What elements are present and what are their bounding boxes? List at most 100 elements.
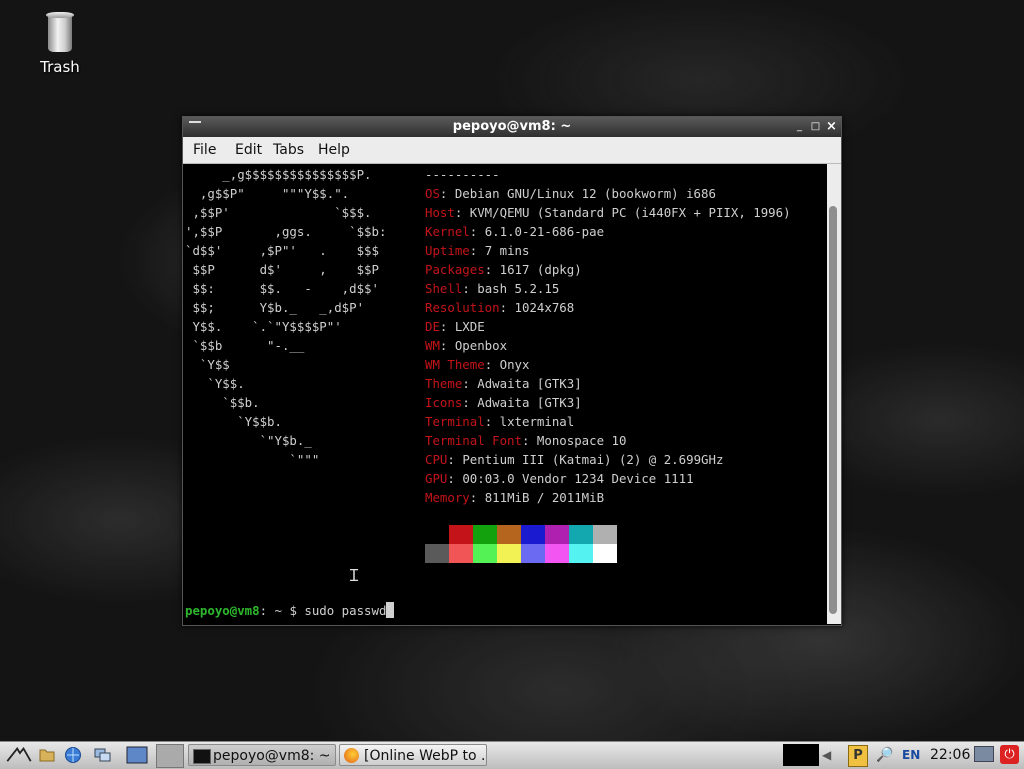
info-row: OS: Debian GNU/Linux 12 (bookworm) i686 <box>425 184 716 203</box>
info-separator: ---------- <box>425 167 500 182</box>
ascii-logo-line: `Y$$. <box>185 376 245 391</box>
info-colon: : <box>462 376 478 391</box>
info-value: Monospace 10 <box>536 433 627 448</box>
menu-file[interactable]: File <box>193 142 216 158</box>
clipboard-icon[interactable]: P <box>848 745 868 767</box>
info-row: CPU: Pentium III (Katmai) (2) @ 2.699GHz <box>425 450 723 469</box>
text-cursor <box>386 602 395 618</box>
info-row: GPU: 00:03.0 Vendor 1234 Device 1111 <box>425 469 694 488</box>
color-swatch <box>425 544 449 563</box>
info-value: LXDE <box>454 319 485 334</box>
info-key: Packages <box>425 262 485 277</box>
keyboard-layout-indicator[interactable]: EN <box>902 748 920 762</box>
info-key: Uptime <box>425 243 470 258</box>
info-key: Icons <box>425 395 463 410</box>
maximize-button[interactable]: □ <box>809 120 822 133</box>
info-row: Theme: Adwaita [GTK3] <box>425 374 582 393</box>
prompt-line[interactable]: pepoyo@vm8: ~ $ sudo passwd <box>185 601 395 620</box>
info-colon: : <box>439 186 455 201</box>
info-value: 1617 (dpkg) <box>499 262 582 277</box>
info-value: 7 mins <box>484 243 530 258</box>
info-row: Resolution: 1024x768 <box>425 298 574 317</box>
color-swatch <box>521 525 545 544</box>
info-row: Host: KVM/QEMU (Standard PC (i440FX + PI… <box>425 203 791 222</box>
info-colon: : <box>499 300 515 315</box>
terminal-window: pepoyo@vm8: ~ _ □ × File Edit Tabs Help … <box>182 116 842 626</box>
menu-tabs[interactable]: Tabs <box>273 142 304 158</box>
info-key: OS <box>425 186 440 201</box>
info-colon: : <box>462 395 478 410</box>
trash-label: Trash <box>40 58 80 76</box>
info-colon: : <box>447 471 463 486</box>
menu-help[interactable]: Help <box>318 142 350 158</box>
screen-lock-icon[interactable] <box>974 746 994 762</box>
close-button[interactable]: × <box>825 120 838 133</box>
info-row: Shell: bash 5.2.15 <box>425 279 559 298</box>
window-switch-icon[interactable] <box>94 746 112 764</box>
prompt-suffix: : ~ $ <box>259 603 305 618</box>
info-key: Terminal <box>425 414 485 429</box>
prompt-user: pepoyo@vm8 <box>185 603 260 618</box>
firefox-icon <box>344 748 359 763</box>
terminal-icon <box>193 749 211 764</box>
info-colon: : <box>484 262 500 277</box>
ascii-logo-line: `d$$' ,$P"' . $$$ <box>185 243 379 258</box>
task-terminal[interactable]: pepoyo@vm8: ~ <box>188 744 336 766</box>
ascii-logo-line: _,g$$$$$$$$$$$$$$$P. <box>185 167 372 182</box>
info-value: 1024x768 <box>514 300 575 315</box>
info-value: 00:03.0 Vendor 1234 Device 1111 <box>462 471 694 486</box>
info-row: Terminal: lxterminal <box>425 412 574 431</box>
logout-power-icon[interactable]: ⏻ <box>1000 745 1019 764</box>
search-icon[interactable]: 🔎 <box>876 747 893 763</box>
color-swatch <box>593 525 617 544</box>
info-row: Uptime: 7 mins <box>425 241 529 260</box>
info-value: 811MiB / 2011MiB <box>484 490 605 505</box>
info-colon: : <box>462 281 478 296</box>
info-colon: : <box>469 224 485 239</box>
ascii-logo-line: `Y$$b. <box>185 414 282 429</box>
ascii-logo-line: `Y$$ <box>185 357 230 372</box>
minimize-button[interactable]: _ <box>793 120 806 133</box>
menu-bar: File Edit Tabs Help <box>183 137 841 164</box>
info-key: WM Theme <box>425 357 485 372</box>
color-swatch <box>473 525 497 544</box>
ascii-logo-line: $$; Y$b._ _,d$P' <box>185 300 365 315</box>
task-browser[interactable]: [Online WebP to ... <box>339 744 487 766</box>
info-value: Debian GNU/Linux 12 (bookworm) i686 <box>454 186 716 201</box>
info-row: Memory: 811MiB / 2011MiB <box>425 488 604 507</box>
window-titlebar[interactable]: pepoyo@vm8: ~ _ □ × <box>183 117 841 137</box>
info-key: CPU <box>425 452 448 467</box>
menu-edit[interactable]: Edit <box>235 142 262 158</box>
ascii-logo-line: `$$b. <box>185 395 260 410</box>
info-key: Kernel <box>425 224 470 239</box>
pager-arrow-icon[interactable]: ◀ <box>822 748 831 762</box>
info-colon: : <box>454 205 470 220</box>
lxde-menu-icon[interactable] <box>4 745 34 763</box>
task-browser-label: [Online WebP to ... <box>364 748 487 764</box>
desktop-2-icon[interactable] <box>156 744 184 768</box>
clock[interactable]: 22:06 <box>930 747 970 763</box>
color-swatch <box>593 544 617 563</box>
color-swatch <box>569 544 593 563</box>
info-value: lxterminal <box>499 414 575 429</box>
trash-icon <box>46 12 74 54</box>
color-swatch <box>497 544 521 563</box>
trash-desktop-icon[interactable]: Trash <box>30 12 90 76</box>
info-colon: : <box>439 319 455 334</box>
file-manager-icon[interactable] <box>38 746 56 764</box>
info-colon: : <box>469 243 485 258</box>
color-swatch <box>425 525 449 544</box>
color-swatch <box>545 544 569 563</box>
ascii-logo-line: $$: $$. - ,d$$' <box>185 281 379 296</box>
terminal-output[interactable]: _,g$$$$$$$$$$$$$$$P. ,g$$P" """Y$$.". ,$… <box>183 164 827 624</box>
info-row: Icons: Adwaita [GTK3] <box>425 393 582 412</box>
info-colon: : <box>439 338 455 353</box>
desktop-1-icon[interactable] <box>126 746 148 764</box>
terminal-scrollbar[interactable] <box>827 164 841 624</box>
color-swatch <box>449 525 473 544</box>
color-swatch <box>473 544 497 563</box>
web-browser-icon[interactable] <box>64 746 82 764</box>
scrollbar-thumb[interactable] <box>829 206 837 614</box>
info-value: 6.1.0-21-686-pae <box>484 224 605 239</box>
info-key: Memory <box>425 490 470 505</box>
